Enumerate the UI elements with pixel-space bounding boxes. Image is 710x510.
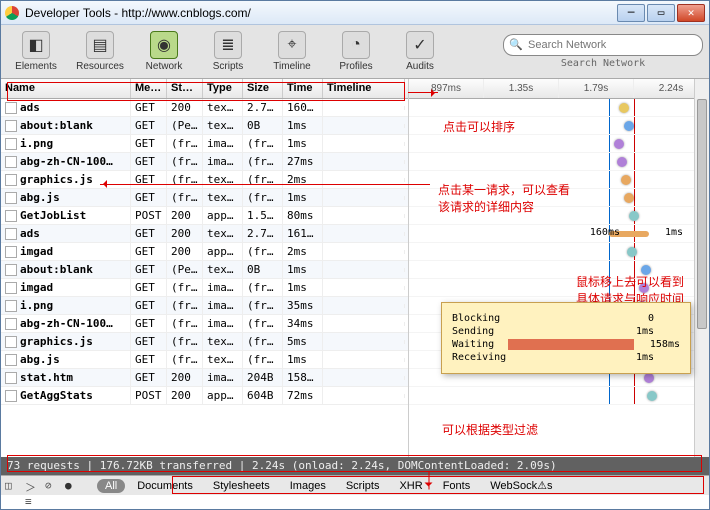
table-row[interactable]: imgadGET200app…(fr…2ms [1, 243, 408, 261]
table-row[interactable]: imgadGET(fr…ima…(fr…1ms [1, 279, 408, 297]
table-header: Name Me… St… Type Size Time Timeline [1, 79, 408, 99]
search-input[interactable] [503, 34, 703, 56]
dock-icon[interactable]: ◫ [5, 479, 21, 493]
filter-images[interactable]: Images [282, 479, 334, 493]
search-icon: 🔍 [509, 38, 523, 52]
tab-profiles[interactable]: ◔Profiles [327, 27, 385, 77]
table-body: adsGET200tex…2.7…160msabout:blankGET(Pe…… [1, 99, 408, 405]
timeline-row[interactable] [409, 387, 709, 405]
tab-elements[interactable]: ◧Elements [7, 27, 65, 77]
table-row[interactable]: graphics.jsGET(fr…tex…(fr…2ms [1, 171, 408, 189]
tab-audits[interactable]: ✓Audits [391, 27, 449, 77]
tab-timeline[interactable]: ⌖Timeline [263, 27, 321, 77]
close-button[interactable]: ✕ [677, 4, 705, 22]
content-area: Name Me… St… Type Size Time Timeline ads… [1, 79, 709, 457]
clear-icon[interactable]: ⊘ [45, 479, 61, 493]
col-time[interactable]: Time [283, 79, 323, 98]
table-row[interactable]: i.pngGET(fr…ima…(fr…1ms [1, 135, 408, 153]
timeline-row[interactable] [409, 117, 709, 135]
record-icon[interactable]: ● [65, 479, 81, 493]
panel-toolbar: ◧Elements ▤Resources ◉Network ≣Scripts ⌖… [1, 25, 709, 79]
timeline-row[interactable] [409, 261, 709, 279]
col-method[interactable]: Me… [131, 79, 167, 98]
table-row[interactable]: adsGET200tex…2.7…160ms [1, 99, 408, 117]
vertical-scrollbar[interactable] [694, 79, 709, 457]
filter-documents[interactable]: Documents [129, 479, 201, 493]
timeline-row[interactable] [409, 153, 709, 171]
timeline-row[interactable] [409, 207, 709, 225]
col-timeline[interactable]: Timeline [323, 79, 405, 98]
search-label: Search Network [561, 58, 645, 69]
timeline-row[interactable]: 160ms1ms [409, 225, 709, 243]
table-row[interactable]: GetJobListPOST200app…1.5…80ms [1, 207, 408, 225]
table-row[interactable]: abg-zh-CN-100…GET(fr…ima…(fr…27ms [1, 153, 408, 171]
minimize-button[interactable]: ─ [617, 4, 645, 22]
network-table: Name Me… St… Type Size Time Timeline ads… [1, 79, 409, 457]
col-size[interactable]: Size [243, 79, 283, 98]
col-name[interactable]: Name [1, 79, 131, 98]
timing-tooltip: Blocking0 Sending1ms Waiting158ms Receiv… [441, 302, 691, 374]
table-row[interactable]: abg-zh-CN-100…GET(fr…ima…(fr…34ms [1, 315, 408, 333]
maximize-button[interactable]: ▭ [647, 4, 675, 22]
timeline-row[interactable] [409, 279, 709, 297]
table-row[interactable]: abg.jsGET(fr…tex…(fr…1ms [1, 351, 408, 369]
filter-xhr[interactable]: XHR [391, 479, 430, 493]
table-row[interactable]: GetAggStatsPOST200app…604B72ms [1, 387, 408, 405]
filter-all[interactable]: All [97, 479, 125, 493]
timeline-row[interactable] [409, 171, 709, 189]
timeline-row[interactable] [409, 189, 709, 207]
tab-resources[interactable]: ▤Resources [71, 27, 129, 77]
timeline-row[interactable] [409, 99, 709, 117]
table-row[interactable]: i.pngGET(fr…ima…(fr…35ms [1, 297, 408, 315]
console-icon[interactable]: ＞≡ [25, 479, 41, 493]
chrome-icon [5, 6, 19, 20]
scrollbar-thumb[interactable] [697, 99, 707, 329]
status-bar: 73 requests | 176.72KB transferred | 2.2… [1, 457, 709, 475]
bottom-bar: ◫ ＞≡ ⊘ ● All Documents Stylesheets Image… [1, 475, 709, 495]
tab-scripts[interactable]: ≣Scripts [199, 27, 257, 77]
table-row[interactable]: stat.htmGET200ima…204B158ms [1, 369, 408, 387]
col-status[interactable]: St… [167, 79, 203, 98]
filter-stylesheets[interactable]: Stylesheets [205, 479, 278, 493]
timeline-panel: 897ms 1.35s 1.79s 2.24s 160ms1ms [409, 79, 709, 457]
timeline-row[interactable] [409, 135, 709, 153]
table-row[interactable]: adsGET200tex…2.7…161ms [1, 225, 408, 243]
filter-fonts[interactable]: Fonts [435, 479, 479, 493]
devtools-window: Developer Tools - http://www.cnblogs.com… [0, 0, 710, 510]
table-row[interactable]: abg.jsGET(fr…tex…(fr…1ms [1, 189, 408, 207]
filter-scripts[interactable]: Scripts [338, 479, 388, 493]
filter-websockets[interactable]: WebSock⚠s [482, 478, 560, 493]
title-bar: Developer Tools - http://www.cnblogs.com… [1, 1, 709, 25]
timeline-header: 897ms 1.35s 1.79s 2.24s [409, 79, 709, 99]
table-row[interactable]: graphics.jsGET(fr…tex…(fr…5ms [1, 333, 408, 351]
col-type[interactable]: Type [203, 79, 243, 98]
timeline-row[interactable] [409, 243, 709, 261]
window-title: Developer Tools - http://www.cnblogs.com… [25, 6, 617, 20]
tab-network[interactable]: ◉Network [135, 27, 193, 77]
table-row[interactable]: about:blankGET(Pe…tex…0B1ms [1, 261, 408, 279]
table-row[interactable]: about:blankGET(Pe…tex…0B1ms [1, 117, 408, 135]
